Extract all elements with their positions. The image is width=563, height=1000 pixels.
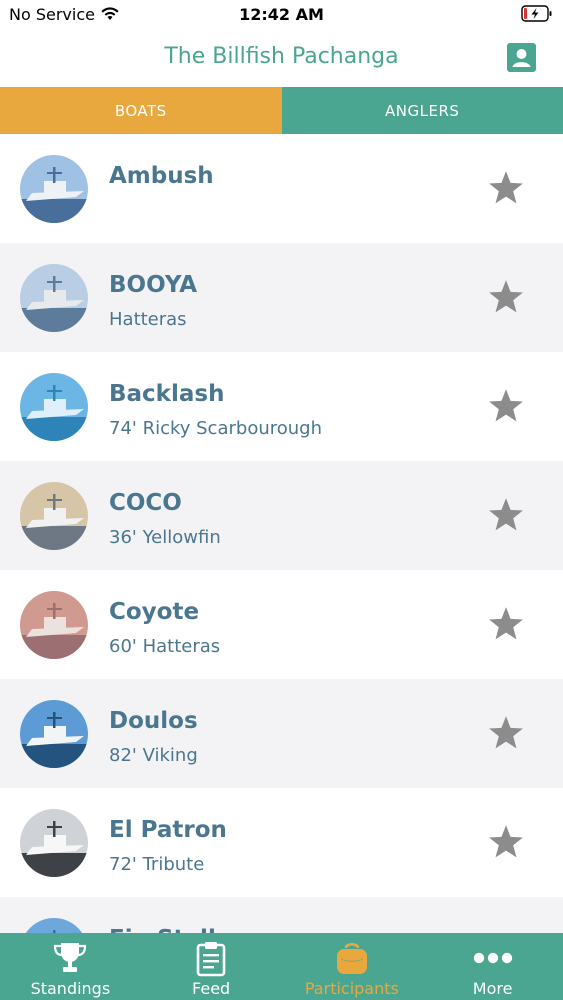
favorite-star-icon[interactable] — [487, 279, 525, 315]
tab-anglers[interactable]: ANGLERS — [281, 87, 563, 134]
tab-feed-label: Feed — [192, 979, 231, 998]
boat-photo — [20, 264, 88, 332]
tab-standings[interactable]: Standings — [0, 933, 141, 1000]
segment-tabs: BOATS ANGLERS — [0, 87, 563, 134]
boat-description: 82' Viking — [109, 745, 198, 766]
boat-row[interactable]: Fin Stalker — [0, 897, 563, 933]
favorite-star-icon[interactable] — [487, 497, 525, 533]
tab-participants[interactable]: Participants — [282, 933, 423, 1000]
tab-participants-label: Participants — [304, 979, 399, 998]
boat-row[interactable]: Coyote 60' Hatteras — [0, 570, 563, 679]
boat-row[interactable]: Ambush — [0, 134, 563, 243]
favorite-star-icon[interactable] — [487, 824, 525, 860]
tab-boats[interactable]: BOATS — [0, 87, 282, 134]
clipboard-icon — [196, 942, 226, 977]
favorite-star-icon[interactable] — [487, 715, 525, 751]
boat-name: BOOYA — [109, 272, 198, 298]
tab-standings-label: Standings — [30, 979, 111, 998]
page-title: The Billfish Pachanga — [164, 44, 399, 69]
boat-row[interactable]: Doulos 82' Viking — [0, 679, 563, 788]
clock: 12:42 AM — [239, 5, 324, 24]
boat-photo — [20, 482, 88, 550]
boat-name: El Patron — [109, 817, 227, 843]
boat-description: 36' Yellowfin — [109, 527, 221, 548]
battery-charging-icon — [521, 5, 552, 22]
tab-feed[interactable]: Feed — [141, 933, 282, 1000]
favorite-star-icon[interactable] — [487, 388, 525, 424]
boat-name: Coyote — [109, 599, 200, 625]
status-bar: No Service 12:42 AM — [0, 0, 563, 30]
boat-photo — [20, 700, 88, 768]
boat-name: Ambush — [109, 163, 214, 189]
tab-more[interactable]: More — [422, 933, 563, 1000]
boat-photo — [20, 809, 88, 877]
boat-name: Backlash — [109, 381, 225, 407]
boat-name: Fin Stalker — [109, 926, 250, 933]
boat-name: Doulos — [109, 708, 198, 734]
more-dots-icon — [473, 952, 512, 964]
favorite-star-icon[interactable] — [487, 170, 525, 206]
boat-row[interactable]: Backlash 74' Ricky Scarbourough — [0, 352, 563, 461]
user-icon — [512, 49, 531, 67]
boat-photo — [20, 373, 88, 441]
participants-icon — [336, 942, 367, 974]
tab-bar: Standings Feed Participants More — [0, 933, 563, 1000]
boat-photo — [20, 918, 88, 933]
boat-row[interactable]: BOOYA Hatteras — [0, 243, 563, 352]
boat-description: 72' Tribute — [109, 854, 205, 875]
boat-list[interactable]: Ambush BOOYA Hatteras Backlash 74' Ricky Sca… — [0, 134, 563, 933]
boat-description: 74' Ricky Scarbourough — [109, 418, 322, 439]
boat-row[interactable]: El Patron 72' Tribute — [0, 788, 563, 897]
favorite-star-icon[interactable] — [487, 606, 525, 642]
boat-row[interactable]: COCO 36' Yellowfin — [0, 461, 563, 570]
tab-more-label: More — [472, 979, 513, 998]
boat-photo — [20, 591, 88, 659]
navigation-bar: The Billfish Pachanga — [0, 30, 563, 87]
boat-description: 60' Hatteras — [109, 636, 221, 657]
boat-photo — [20, 155, 88, 223]
boat-name: COCO — [109, 490, 182, 516]
boat-description: Hatteras — [109, 309, 187, 330]
trophy-icon — [54, 943, 87, 972]
profile-button[interactable] — [507, 43, 536, 72]
